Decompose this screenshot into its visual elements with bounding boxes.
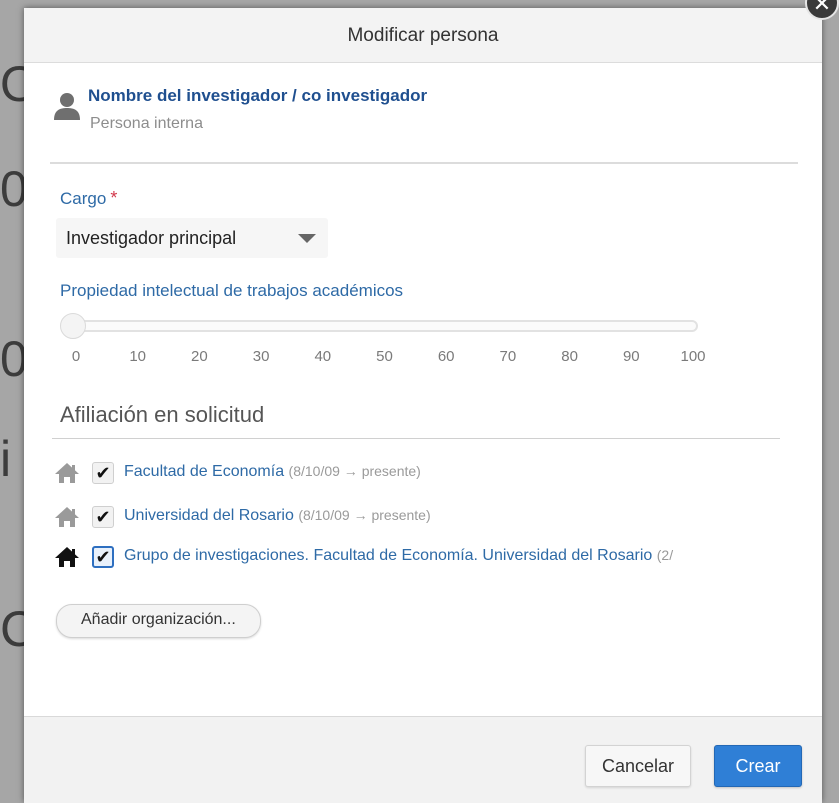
slider-tick-label: 70 [499, 348, 517, 365]
slider-tick-label: 20 [191, 348, 208, 365]
home-icon [54, 462, 80, 484]
org-date: (8/10/09 → presente) [298, 507, 431, 523]
slider-tick-label: 10 [129, 348, 147, 365]
org-row: ✔ Universidad del Rosario (8/10/09 → pre… [54, 504, 814, 532]
org-text[interactable]: Grupo de investigaciones. Facultad de Ec… [124, 547, 673, 565]
org-row: ✔ Facultad de Economía (8/10/09 → presen… [54, 460, 814, 488]
cargo-label: Cargo * [60, 188, 117, 209]
dialog-header: Modificar persona [24, 8, 822, 63]
cancel-button[interactable]: Cancelar [585, 745, 691, 787]
slider-tick-label: 30 [252, 348, 270, 365]
org-date: (2/ [656, 547, 674, 563]
person-icon [52, 92, 82, 120]
slider-tick-label: 40 [314, 348, 332, 365]
slider-tick-label: 60 [437, 348, 455, 365]
slider-tick-label: 90 [622, 348, 640, 365]
chevron-down-icon [298, 234, 316, 243]
divider [50, 162, 798, 164]
org-checkbox[interactable]: ✔ [92, 546, 114, 568]
org-name: Grupo de investigaciones. Facultad de Ec… [124, 547, 653, 564]
modify-person-dialog: Modificar persona Nombre del investigado… [24, 8, 822, 803]
org-name: Facultad de Economía [124, 463, 285, 480]
person-type: Persona interna [90, 115, 203, 132]
slider-tick-label: 100 [680, 348, 706, 365]
property-slider-thumb[interactable] [60, 313, 86, 339]
org-row: ✔ Grupo de investigaciones. Facultad de … [54, 544, 792, 572]
home-icon [54, 506, 80, 528]
cargo-selected-value: Investigador principal [66, 228, 237, 248]
org-date: (8/10/09 → presente) [288, 463, 421, 479]
org-text[interactable]: Universidad del Rosario (8/10/09 → prese… [124, 507, 431, 525]
slider-tick-label: 50 [376, 348, 393, 365]
slider-ticks: 0 10 20 30 40 50 60 70 80 90 100 [24, 348, 822, 368]
dialog-title: Modificar persona [347, 25, 499, 46]
required-asterisk-icon: * [110, 188, 118, 208]
slider-tick-label: 0 [71, 348, 81, 365]
dialog-footer: Cancelar Crear [24, 716, 822, 803]
cargo-select[interactable]: Investigador principal [56, 218, 328, 258]
add-organization-button[interactable]: Añadir organización... [56, 604, 261, 638]
org-name: Universidad del Rosario [124, 507, 294, 524]
divider [52, 438, 780, 439]
home-icon [54, 546, 80, 568]
org-checkbox[interactable]: ✔ [92, 462, 114, 484]
create-button[interactable]: Crear [714, 745, 802, 787]
affiliation-title: Afiliación en solicitud [60, 402, 265, 427]
person-name[interactable]: Nombre del investigador / co investigado… [88, 86, 427, 106]
property-label: Propiedad intelectual de trabajos académ… [60, 281, 404, 300]
cargo-label-text: Cargo [60, 189, 107, 208]
property-slider-track[interactable] [62, 320, 698, 332]
org-checkbox[interactable]: ✔ [92, 506, 114, 528]
slider-tick-label: 80 [561, 348, 578, 365]
background-fragment: i [0, 431, 12, 487]
org-text[interactable]: Facultad de Economía (8/10/09 → presente… [124, 463, 421, 481]
